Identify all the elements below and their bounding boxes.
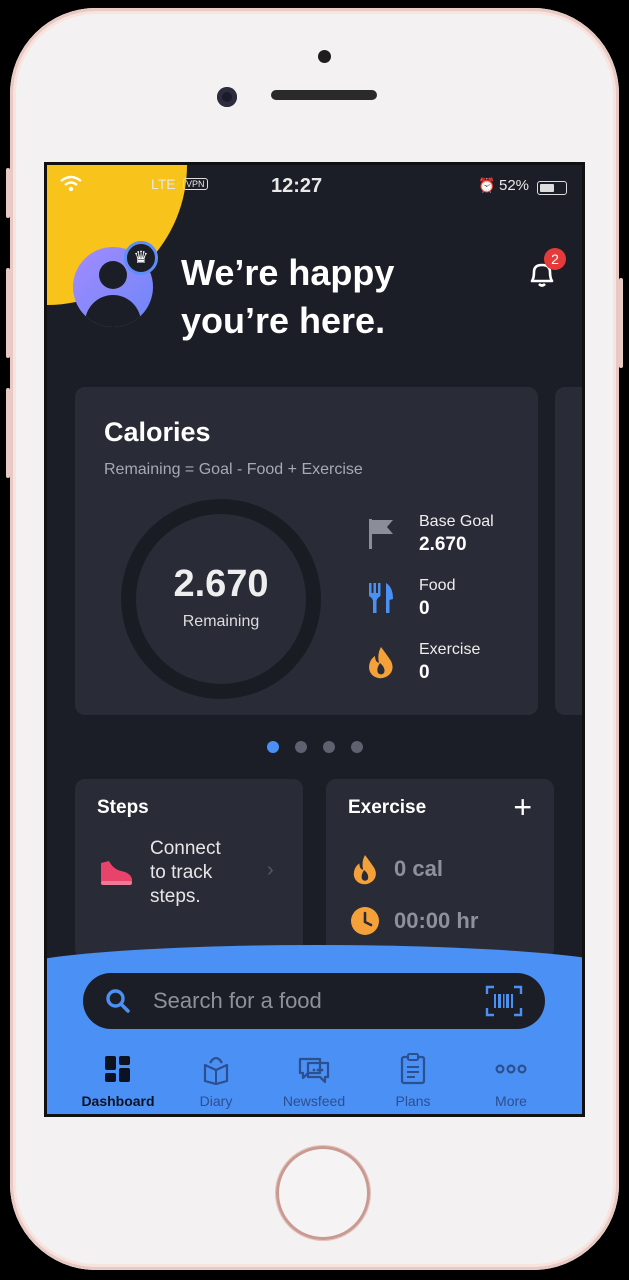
avatar-body (85, 295, 141, 327)
greeting-line-2: you’re here. (181, 300, 386, 341)
exercise-calories: 0 cal (394, 856, 443, 881)
next-card-peek[interactable] (555, 387, 582, 715)
bottom-panel (47, 945, 582, 1114)
flag-icon (369, 519, 393, 549)
app-screen: LTE VPN 12:27 ⏰ 52% ♛ We’re happy you’re… (44, 162, 585, 1117)
more-icon (495, 1064, 527, 1074)
barcode-scan-icon[interactable] (485, 985, 523, 1017)
steps-card[interactable]: Steps Connect to track steps. › (75, 779, 303, 959)
chevron-right-icon: › (267, 859, 274, 881)
exercise-duration: 00:00 hr (394, 908, 479, 933)
status-bar: LTE VPN 12:27 ⏰ 52% (47, 171, 582, 197)
steps-text-line: steps. (150, 886, 201, 907)
exercise-label: Exercise (419, 641, 481, 658)
earpiece-speaker (271, 90, 377, 100)
search-placeholder[interactable]: Search for a food (153, 988, 322, 1014)
nav-label: More (495, 1093, 527, 1109)
base-goal-label: Base Goal (419, 513, 494, 530)
calories-card[interactable]: Calories Remaining = Goal - Food + Exerc… (75, 387, 538, 715)
calories-formula: Remaining = Goal - Food + Exercise (104, 461, 363, 478)
proximity-sensor (318, 50, 331, 63)
clock-icon (351, 907, 379, 935)
carousel-dot[interactable] (295, 741, 307, 753)
volume-up-button (6, 268, 10, 358)
flame-icon (369, 647, 393, 679)
premium-crown-icon: ♛ (124, 241, 158, 275)
steps-title: Steps (97, 797, 149, 818)
vpn-badge: VPN (183, 178, 208, 190)
search-icon (106, 989, 130, 1013)
carousel-dot-active[interactable] (267, 741, 279, 753)
food-value: 0 (419, 598, 430, 619)
fork-knife-icon (369, 583, 393, 613)
clock: 12:27 (271, 175, 323, 197)
battery-icon (537, 181, 567, 195)
front-camera (217, 87, 237, 107)
nav-label: Diary (199, 1093, 233, 1109)
greeting-title: We’re happy you’re here. (181, 249, 471, 345)
nav-label: Newsfeed (282, 1093, 346, 1109)
battery-percent: 52% (499, 177, 530, 194)
greeting-line-1: We’re happy (181, 252, 395, 293)
exercise-card-title: Exercise (348, 797, 427, 818)
food-search-bar[interactable]: Search for a food (83, 973, 545, 1029)
plans-icon (400, 1053, 426, 1085)
base-goal-value: 2.670 (419, 534, 467, 555)
wifi-icon (59, 175, 83, 198)
steps-text-line: Connect (150, 838, 221, 859)
alarm-icon: ⏰ (478, 177, 496, 193)
nav-label: Dashboard (81, 1093, 155, 1109)
calories-title: Calories (104, 417, 211, 447)
steps-connect-text: Connect to track steps. (150, 837, 221, 909)
steps-text-line: to track (150, 862, 213, 883)
add-exercise-button[interactable]: + (513, 789, 532, 826)
notification-badge: 2 (544, 248, 566, 270)
food-label: Food (419, 577, 456, 594)
dashboard-icon (105, 1056, 130, 1082)
exercise-card[interactable]: Exercise + 0 cal 00:00 hr (326, 779, 554, 959)
exercise-duration-row: 00:00 hr (350, 905, 520, 937)
power-button (619, 278, 623, 368)
network-type: LTE (151, 176, 176, 192)
exercise-value: 0 (419, 662, 430, 683)
remaining-value: 2.670 (173, 563, 269, 605)
home-button[interactable] (276, 1146, 370, 1240)
remaining-label: Remaining (182, 613, 260, 630)
newsfeed-icon (298, 1057, 330, 1084)
exercise-calories-row: 0 cal (350, 853, 520, 885)
mute-switch (6, 168, 10, 218)
carousel-dot[interactable] (323, 741, 335, 753)
nav-label: Plans (395, 1093, 431, 1109)
shoe-icon (101, 861, 132, 885)
diary-icon (203, 1056, 229, 1085)
volume-down-button (6, 388, 10, 478)
flame-icon (353, 854, 376, 885)
avatar-head (99, 261, 127, 289)
carousel-dot[interactable] (351, 741, 363, 753)
